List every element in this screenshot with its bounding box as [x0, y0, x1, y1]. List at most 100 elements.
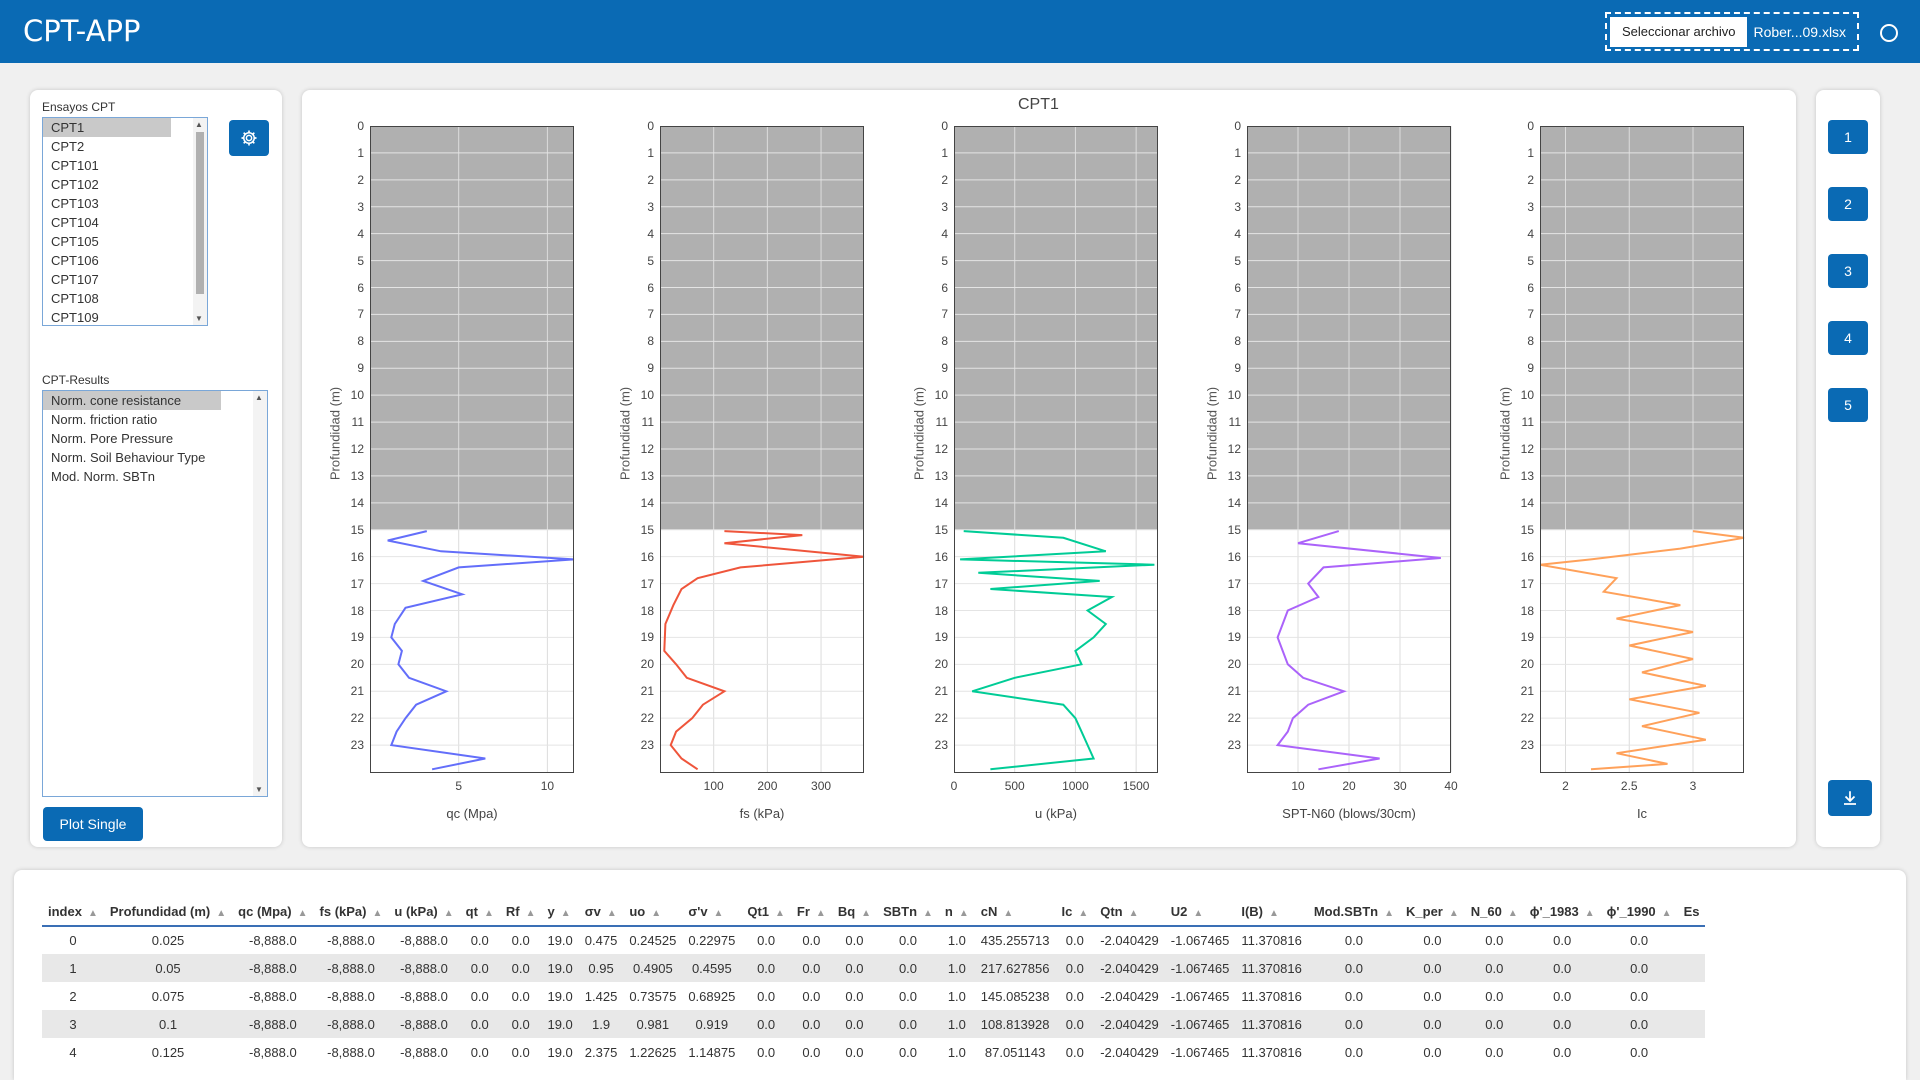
cpt-panel-4[interactable]	[1247, 126, 1461, 774]
sort-icon[interactable]: ▲	[923, 908, 933, 919]
ensayo-item[interactable]: CPT2	[43, 137, 207, 156]
column-header[interactable]: ϕ'_1983 ▲	[1523, 898, 1601, 927]
sort-icon[interactable]: ▲	[1129, 908, 1139, 919]
sort-icon[interactable]: ▲	[1384, 908, 1394, 919]
table-row[interactable]: 0 0.025 -8,888.0 -8,888.0 -8,888.0 0.0 0.0 19.0…	[42, 926, 1705, 954]
column-header[interactable]: Ic ▲	[1055, 898, 1095, 927]
sort-icon[interactable]: ▲	[1003, 908, 1013, 919]
sort-icon[interactable]: ▲	[1585, 908, 1595, 919]
column-header[interactable]: U2 ▲	[1164, 898, 1236, 927]
sort-icon[interactable]: ▲	[1449, 908, 1459, 919]
sort-icon[interactable]: ▲	[1662, 908, 1672, 919]
result-item[interactable]: Mod. Norm. SBTn	[43, 467, 267, 486]
scroll-down-icon[interactable]: ▼	[195, 314, 203, 323]
sort-icon[interactable]: ▲	[444, 908, 454, 919]
table-row[interactable]: 3 0.1 -8,888.0 -8,888.0 -8,888.0 0.0 0.0 19.0 1.…	[42, 1010, 1706, 1038]
column-header[interactable]: Profundidad (m) ▲	[103, 898, 233, 927]
column-header[interactable]: Rf ▲	[499, 898, 542, 927]
download-button[interactable]	[1828, 780, 1872, 816]
column-header[interactable]: Fr ▲	[790, 898, 832, 927]
cpt-panel-5[interactable]	[1540, 126, 1754, 774]
cpt-panel-1[interactable]	[370, 126, 584, 774]
scroll-down-icon[interactable]: ▼	[255, 785, 263, 794]
ensayos-scrollbar[interactable]: ▲ ▼	[193, 118, 207, 325]
sort-icon[interactable]: ▲	[373, 908, 383, 919]
result-item[interactable]: Norm. friction ratio	[43, 410, 267, 429]
view-button-4[interactable]: 4	[1828, 321, 1868, 355]
column-header[interactable]: uo ▲	[623, 898, 683, 927]
result-item[interactable]: Norm. cone resistance	[43, 391, 221, 410]
sort-icon[interactable]: ▲	[816, 908, 826, 919]
ensayo-item[interactable]: CPT103	[43, 194, 207, 213]
results-scrollbar[interactable]: ▲ ▼	[253, 391, 267, 796]
view-button-1[interactable]: 1	[1828, 120, 1868, 154]
column-header[interactable]: Es	[1677, 898, 1706, 927]
sort-icon[interactable]: ▲	[561, 908, 571, 919]
scroll-up-icon[interactable]: ▲	[195, 120, 203, 129]
column-header[interactable]: Bq ▲	[831, 898, 878, 927]
sort-icon[interactable]: ▲	[775, 908, 785, 919]
sort-icon[interactable]: ▲	[298, 908, 308, 919]
depth-tick-label: 12	[640, 442, 654, 456]
ensayo-item[interactable]: CPT101	[43, 156, 207, 175]
view-button-2[interactable]: 2	[1828, 187, 1868, 221]
sort-icon[interactable]: ▲	[1193, 908, 1203, 919]
sort-icon[interactable]: ▲	[88, 908, 98, 919]
settings-button[interactable]	[229, 120, 269, 156]
sort-icon[interactable]: ▲	[714, 908, 724, 919]
view-button-3[interactable]: 3	[1828, 254, 1868, 288]
ensayo-item[interactable]: CPT107	[43, 270, 207, 289]
ensayo-item[interactable]: CPT102	[43, 175, 207, 194]
column-header[interactable]: n ▲	[938, 898, 975, 927]
column-header[interactable]: σv ▲	[578, 898, 624, 927]
ensayo-item[interactable]: CPT1	[43, 118, 171, 137]
ensayos-listbox[interactable]: CPT1 CPT2 CPT101 CPT102 CPT103 CPT104 CPT105 CP…	[42, 117, 208, 326]
scroll-thumb[interactable]	[196, 132, 204, 294]
sort-icon[interactable]: ▲	[607, 908, 617, 919]
ensayo-item[interactable]: CPT109	[43, 308, 207, 325]
sort-icon[interactable]: ▲	[1078, 908, 1088, 919]
column-header[interactable]: ϕ'_1990 ▲	[1600, 898, 1678, 927]
table-row[interactable]: 2 0.075 -8,888.0 -8,888.0 -8,888.0 0.0 0.0 19.0…	[42, 982, 1705, 1010]
column-header[interactable]: y ▲	[541, 898, 579, 927]
status-circle-icon[interactable]	[1880, 24, 1898, 42]
column-header[interactable]: cN ▲	[974, 898, 1056, 927]
column-header[interactable]: σ'v ▲	[682, 898, 742, 927]
result-item[interactable]: Norm. Soil Behaviour Type	[43, 448, 267, 467]
column-header[interactable]: index ▲	[42, 898, 104, 927]
result-item[interactable]: Norm. Pore Pressure	[43, 429, 267, 448]
cpt-panel-3[interactable]	[954, 126, 1168, 774]
column-header[interactable]: SBTn ▲	[877, 898, 939, 927]
view-button-5[interactable]: 5	[1828, 388, 1868, 422]
column-header[interactable]: qc (Mpa) ▲	[232, 898, 314, 927]
ensayo-item[interactable]: CPT104	[43, 213, 207, 232]
scroll-up-icon[interactable]: ▲	[255, 393, 263, 402]
table-row[interactable]: 4 0.125 -8,888.0 -8,888.0 -8,888.0 0.0 0.0 19.0…	[42, 1038, 1705, 1066]
sort-icon[interactable]: ▲	[861, 908, 871, 919]
column-header[interactable]: u (kPa) ▲	[388, 898, 460, 927]
column-header[interactable]: Qt1 ▲	[741, 898, 791, 927]
sort-icon[interactable]: ▲	[1269, 908, 1279, 919]
sort-icon[interactable]: ▲	[484, 908, 494, 919]
column-header[interactable]: Mod.SBTn ▲	[1307, 898, 1401, 927]
cpt-panel-2[interactable]	[660, 126, 874, 774]
column-header[interactable]: K_per ▲	[1400, 898, 1465, 927]
sort-icon[interactable]: ▲	[216, 908, 226, 919]
column-header[interactable]: qt ▲	[459, 898, 500, 927]
column-header[interactable]: Qtn ▲	[1094, 898, 1165, 927]
column-header[interactable]: N_60 ▲	[1464, 898, 1524, 927]
sort-icon[interactable]: ▲	[959, 908, 969, 919]
ensayo-item[interactable]: CPT108	[43, 289, 207, 308]
ensayo-item[interactable]: CPT105	[43, 232, 207, 251]
ensayo-item[interactable]: CPT106	[43, 251, 207, 270]
results-listbox[interactable]: Norm. cone resistance Norm. friction rati…	[42, 390, 268, 797]
table-row[interactable]: 1 0.05 -8,888.0 -8,888.0 -8,888.0 0.0 0.0 19.0 0…	[42, 954, 1706, 982]
select-file-button[interactable]: Seleccionar archivo	[1610, 16, 1748, 47]
column-header[interactable]: fs (kPa) ▲	[313, 898, 389, 927]
sort-icon[interactable]: ▲	[1508, 908, 1518, 919]
sort-icon[interactable]: ▲	[526, 908, 536, 919]
file-upload[interactable]: Seleccionar archivo Rober...09.xlsx	[1605, 12, 1859, 51]
sort-icon[interactable]: ▲	[651, 908, 661, 919]
plot-single-button[interactable]: Plot Single	[43, 807, 143, 841]
column-header[interactable]: I(B) ▲	[1235, 898, 1308, 927]
